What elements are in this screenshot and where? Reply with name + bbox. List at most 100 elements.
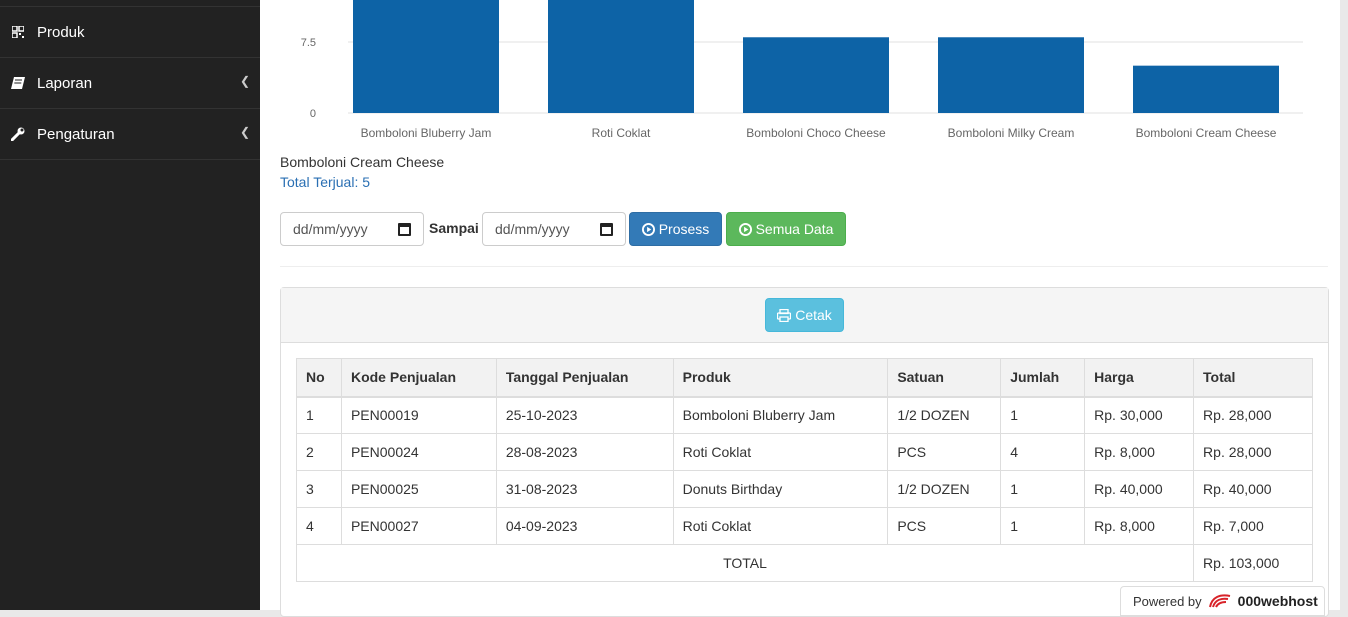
- total-label: TOTAL: [295, 544, 1195, 582]
- play-circle-icon: [641, 222, 655, 236]
- report-panel: Cetak No Kode Penjualan Tanggal Penjuala…: [280, 287, 1329, 617]
- date-from-input[interactable]: dd/mm/yyyy: [280, 212, 424, 246]
- table-cell: 4: [1000, 433, 1086, 471]
- x-tick-label: Bomboloni Bluberry Jam: [361, 126, 492, 140]
- calendar-icon[interactable]: [600, 222, 613, 236]
- table-cell: 4: [296, 507, 342, 545]
- sidebar-divider: [0, 0, 260, 7]
- powered-by-badge[interactable]: Powered by 000webhost: [1120, 586, 1325, 616]
- semua-data-label: Semua Data: [755, 221, 834, 237]
- sidebar-item-label: Pengaturan: [37, 125, 115, 143]
- table-total-row: TOTAL Rp. 103,000: [295, 544, 1313, 582]
- table-row: 2 PEN00024 28-08-2023 Roti Coklat PCS 4 …: [296, 433, 1313, 471]
- date-to-input[interactable]: dd/mm/yyyy: [482, 212, 626, 246]
- bar[interactable]: [353, 0, 499, 113]
- print-icon: [777, 308, 792, 322]
- table-cell: Rp. 8,000: [1084, 433, 1195, 471]
- table-cell: Rp. 8,000: [1084, 507, 1195, 545]
- sidebar: Produk Laporan ❮ Pengaturan ❮: [0, 0, 260, 610]
- chart-tooltip-product: Bomboloni Cream Cheese: [280, 154, 445, 170]
- table-cell: 1/2 DOZEN: [887, 396, 1002, 434]
- table-cell: 1: [1000, 470, 1086, 508]
- col-header: Harga: [1084, 358, 1195, 398]
- cetak-button[interactable]: Cetak: [765, 298, 844, 332]
- bar[interactable]: [743, 37, 889, 114]
- sampai-label: Sampai: [429, 220, 479, 236]
- chart-tooltip-total: Total Terjual: 5: [280, 174, 371, 190]
- table-cell: 04-09-2023: [495, 507, 674, 545]
- table-cell: 1: [296, 396, 342, 434]
- table-cell: Rp. 40,000: [1084, 470, 1195, 508]
- sidebar-item-laporan[interactable]: Laporan ❮: [0, 58, 260, 109]
- y-tick-label: 0: [310, 108, 316, 120]
- total-value: Rp. 103,000: [1193, 544, 1313, 582]
- powered-by-label: Powered by: [1133, 593, 1202, 609]
- bar[interactable]: [548, 0, 694, 113]
- webhost-logo-icon: [1208, 594, 1230, 608]
- table-cell: Rp. 7,000: [1193, 507, 1313, 545]
- x-tick-label: Bomboloni Choco Cheese: [746, 126, 886, 140]
- table-cell: Rp. 30,000: [1084, 396, 1195, 434]
- sidebar-item-produk[interactable]: Produk: [0, 7, 260, 58]
- date-to-placeholder: dd/mm/yyyy: [495, 221, 570, 237]
- col-header: Tanggal Penjualan: [495, 358, 674, 398]
- table-cell: PEN00024: [340, 433, 497, 471]
- col-header: Kode Penjualan: [340, 358, 497, 398]
- col-header: Jumlah: [1000, 358, 1086, 398]
- table-cell: Rp. 28,000: [1193, 433, 1313, 471]
- col-header: No: [296, 358, 342, 398]
- prosess-button[interactable]: Prosess: [629, 212, 722, 246]
- table-cell: 1: [1000, 507, 1086, 545]
- table-cell: Bomboloni Bluberry Jam: [672, 396, 889, 434]
- sidebar-item-pengaturan[interactable]: Pengaturan ❮: [0, 109, 260, 160]
- table-cell: PCS: [887, 433, 1002, 471]
- table-cell: 2: [296, 433, 342, 471]
- table-cell: Roti Coklat: [672, 507, 889, 545]
- x-tick-label: Bomboloni Milky Cream: [948, 126, 1075, 140]
- table-cell: Rp. 28,000: [1193, 396, 1313, 434]
- table-cell: PCS: [887, 507, 1002, 545]
- col-header: Satuan: [887, 358, 1002, 398]
- sidebar-item-label: Produk: [37, 23, 85, 41]
- prosess-label: Prosess: [658, 221, 710, 237]
- table-header-row: No Kode Penjualan Tanggal Penjualan Prod…: [296, 358, 1313, 398]
- cetak-label: Cetak: [795, 307, 832, 323]
- table-cell: 3: [296, 470, 342, 508]
- y-tick-label: 7.5: [301, 37, 316, 49]
- x-tick-label: Roti Coklat: [592, 126, 651, 140]
- sidebar-item-label: Laporan: [37, 74, 93, 92]
- table-row: 1 PEN00019 25-10-2023 Bomboloni Bluberry…: [296, 396, 1313, 434]
- table-row: 3 PEN00025 31-08-2023 Donuts Birthday 1/…: [296, 470, 1313, 508]
- wrench-icon: [10, 127, 26, 141]
- col-header: Produk: [672, 358, 889, 398]
- table-cell: Donuts Birthday: [672, 470, 889, 508]
- date-from-placeholder: dd/mm/yyyy: [293, 221, 368, 237]
- x-tick-label: Bomboloni Cream Cheese: [1136, 126, 1277, 140]
- bar[interactable]: [938, 37, 1084, 114]
- powered-by-brand: 000webhost: [1237, 593, 1318, 609]
- qrcode-icon: [10, 26, 26, 38]
- sales-bar-chart: 0 7.5 Bomboloni Bluberry Jam Roti Coklat Bom…: [301, 0, 1303, 140]
- col-header: Total: [1193, 358, 1313, 398]
- table-cell: 1/2 DOZEN: [887, 470, 1002, 508]
- main-content: 0 7.5 Bomboloni Bluberry Jam Roti Coklat Bom…: [260, 0, 1340, 617]
- sales-table: No Kode Penjualan Tanggal Penjualan Prod…: [295, 358, 1313, 582]
- table-cell: 1: [1000, 396, 1086, 434]
- book-icon: [10, 77, 26, 89]
- play-circle-icon: [738, 222, 752, 236]
- table-cell: PEN00027: [340, 507, 497, 545]
- table-cell: PEN00019: [340, 396, 497, 434]
- table-cell: PEN00025: [340, 470, 497, 508]
- calendar-icon[interactable]: [398, 222, 411, 236]
- divider: [280, 266, 1328, 267]
- table-cell: Roti Coklat: [672, 433, 889, 471]
- scroll-gutter: [1340, 0, 1348, 610]
- table-cell: 28-08-2023: [495, 433, 674, 471]
- table-cell: 31-08-2023: [495, 470, 674, 508]
- panel-heading: Cetak: [281, 288, 1328, 343]
- table-cell: 25-10-2023: [495, 396, 674, 434]
- bar[interactable]: [1133, 65, 1279, 113]
- chevron-left-icon: ❮: [239, 125, 250, 139]
- table-cell: Rp. 40,000: [1193, 470, 1313, 508]
- semua-data-button[interactable]: Semua Data: [726, 212, 846, 246]
